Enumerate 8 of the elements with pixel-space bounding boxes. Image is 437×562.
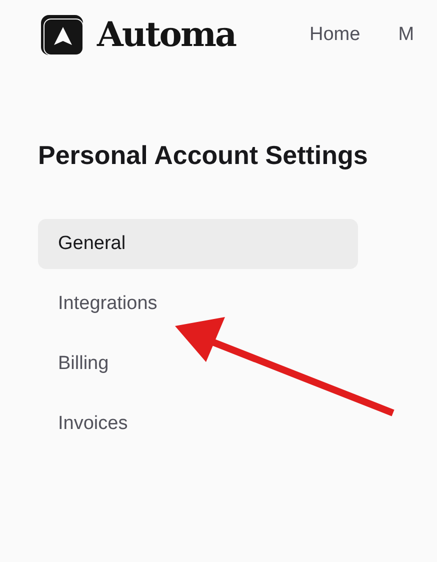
nav-link[interactable]: Home bbox=[310, 24, 360, 46]
sidebar-item[interactable]: Billing bbox=[38, 339, 358, 389]
nav-link[interactable]: M bbox=[398, 24, 414, 46]
brand-name: Automa bbox=[97, 15, 236, 55]
sidebar-item[interactable]: General bbox=[38, 219, 358, 269]
page-title: Personal Account Settings bbox=[38, 139, 369, 172]
sidebar-item[interactable]: Integrations bbox=[38, 279, 358, 329]
sidebar-item[interactable]: Invoices bbox=[38, 399, 358, 449]
